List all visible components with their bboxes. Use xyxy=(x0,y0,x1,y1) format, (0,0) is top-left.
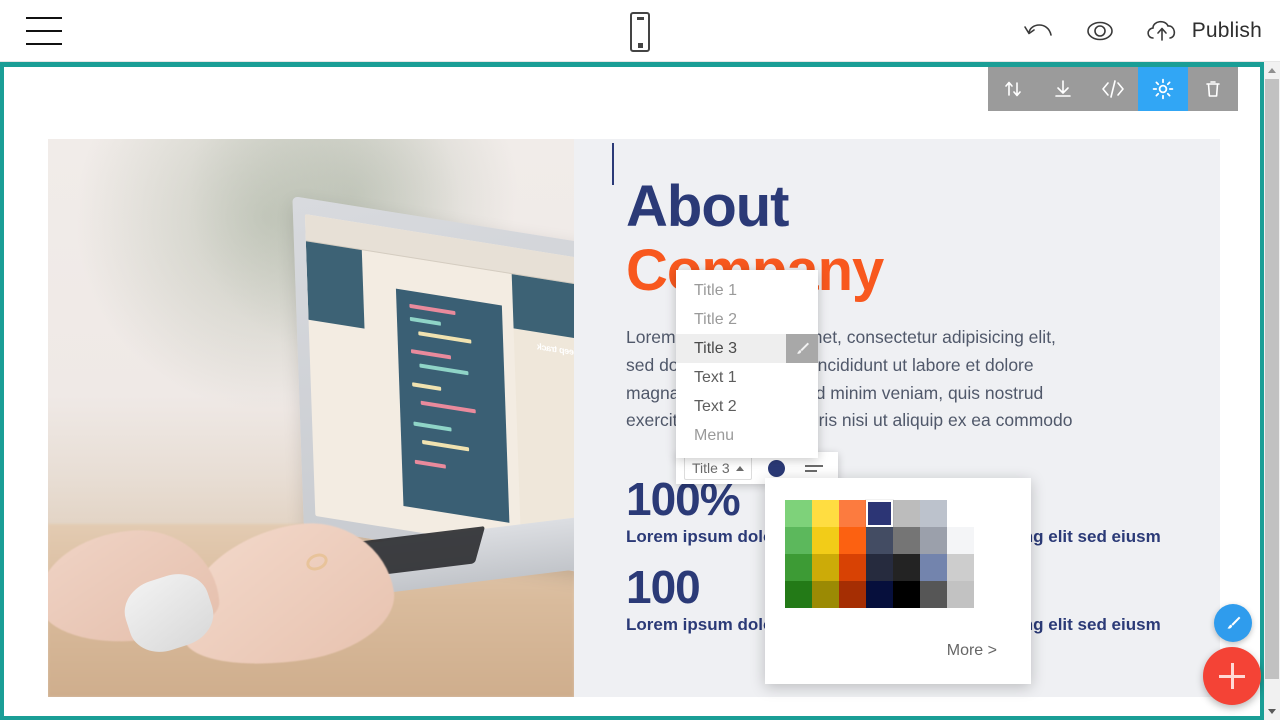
publish-label: Publish xyxy=(1191,19,1262,42)
download-icon[interactable] xyxy=(1038,67,1088,111)
text-style-dropdown[interactable]: Title 1 Title 2 Title 3 Text 1 Text 2 Me… xyxy=(676,270,818,458)
color-swatch[interactable] xyxy=(893,527,920,554)
scroll-up-arrow-icon[interactable] xyxy=(1264,62,1280,79)
top-actions: Publish xyxy=(1023,0,1262,62)
color-swatch[interactable] xyxy=(947,527,974,554)
color-swatch-grid xyxy=(785,500,974,608)
style-option-label: Menu xyxy=(694,426,735,444)
color-swatch[interactable] xyxy=(785,527,812,554)
color-swatch[interactable] xyxy=(866,500,893,527)
style-option-text-1[interactable]: Text 1 xyxy=(676,363,818,392)
stat-number[interactable]: 100 xyxy=(626,563,701,612)
color-swatch[interactable] xyxy=(812,554,839,581)
scroll-down-arrow-icon[interactable] xyxy=(1264,703,1280,720)
color-swatch[interactable] xyxy=(920,500,947,527)
color-swatch[interactable] xyxy=(893,581,920,608)
move-block-icon[interactable] xyxy=(988,67,1038,111)
about-company-section[interactable]: Keep track About Company xyxy=(4,67,1260,716)
paintbrush-icon[interactable] xyxy=(786,334,818,363)
hamburger-menu-icon[interactable] xyxy=(26,17,62,45)
settings-gear-icon[interactable] xyxy=(1138,67,1188,111)
style-option-title-1[interactable]: Title 1 xyxy=(676,276,818,305)
block-toolbar xyxy=(988,67,1238,111)
undo-arrow-icon[interactable] xyxy=(1023,18,1057,44)
color-swatch[interactable] xyxy=(812,500,839,527)
add-block-fab[interactable] xyxy=(1203,647,1261,705)
style-option-label: Text 2 xyxy=(694,397,737,415)
cloud-upload-icon xyxy=(1147,20,1175,41)
more-colors-link[interactable]: More > xyxy=(947,642,997,660)
style-option-title-3[interactable]: Title 3 xyxy=(676,334,818,363)
style-option-label: Title 1 xyxy=(694,281,737,299)
color-swatch[interactable] xyxy=(812,581,839,608)
top-toolbar: Publish xyxy=(0,0,1280,62)
text-align-icon[interactable] xyxy=(804,464,823,472)
vertical-scrollbar[interactable] xyxy=(1264,62,1280,720)
color-swatch[interactable] xyxy=(893,500,920,527)
color-swatch[interactable] xyxy=(839,554,866,581)
color-swatch[interactable] xyxy=(947,500,974,527)
color-picker-popup[interactable]: More > xyxy=(765,478,1031,684)
color-swatch[interactable] xyxy=(839,581,866,608)
section-image[interactable]: Keep track xyxy=(48,139,574,697)
text-style-select[interactable]: Title 3 xyxy=(684,456,752,480)
color-swatch[interactable] xyxy=(920,527,947,554)
style-option-label: Title 3 xyxy=(694,339,737,357)
text-color-swatch-button[interactable] xyxy=(767,459,785,477)
style-option-text-2[interactable]: Text 2 xyxy=(676,392,818,421)
color-swatch[interactable] xyxy=(785,500,812,527)
color-swatch[interactable] xyxy=(785,581,812,608)
color-swatch[interactable] xyxy=(920,581,947,608)
eye-preview-icon[interactable] xyxy=(1083,18,1117,44)
publish-button[interactable]: Publish xyxy=(1143,16,1262,46)
chevron-up-icon xyxy=(735,465,744,471)
color-swatch[interactable] xyxy=(866,554,893,581)
color-swatch[interactable] xyxy=(785,554,812,581)
style-option-menu[interactable]: Menu xyxy=(676,421,818,450)
color-swatch[interactable] xyxy=(893,554,920,581)
app-root: Publish Keep track About Lorem ipsum dol… xyxy=(0,0,1280,720)
text-caret xyxy=(612,143,614,185)
color-swatch[interactable] xyxy=(866,581,893,608)
trash-delete-icon[interactable] xyxy=(1188,67,1238,111)
color-swatch[interactable] xyxy=(839,500,866,527)
style-option-label: Title 2 xyxy=(694,310,737,328)
style-option-title-2[interactable]: Title 2 xyxy=(676,305,818,334)
scrollbar-thumb[interactable] xyxy=(1265,79,1279,679)
mobile-device-icon[interactable] xyxy=(626,12,654,52)
color-swatch[interactable] xyxy=(812,527,839,554)
style-option-label: Text 1 xyxy=(694,368,737,386)
page-canvas: Keep track About Company xyxy=(0,62,1264,720)
paintbrush-fab[interactable] xyxy=(1214,604,1252,642)
heading-about[interactable]: About xyxy=(626,176,1186,237)
code-editor-icon[interactable] xyxy=(1088,67,1138,111)
color-swatch[interactable] xyxy=(839,527,866,554)
text-style-value: Title 3 xyxy=(692,460,730,476)
color-swatch[interactable] xyxy=(866,527,893,554)
color-swatch[interactable] xyxy=(920,554,947,581)
color-swatch[interactable] xyxy=(947,581,974,608)
color-swatch[interactable] xyxy=(947,554,974,581)
section-content: Keep track About Company xyxy=(48,139,1220,697)
